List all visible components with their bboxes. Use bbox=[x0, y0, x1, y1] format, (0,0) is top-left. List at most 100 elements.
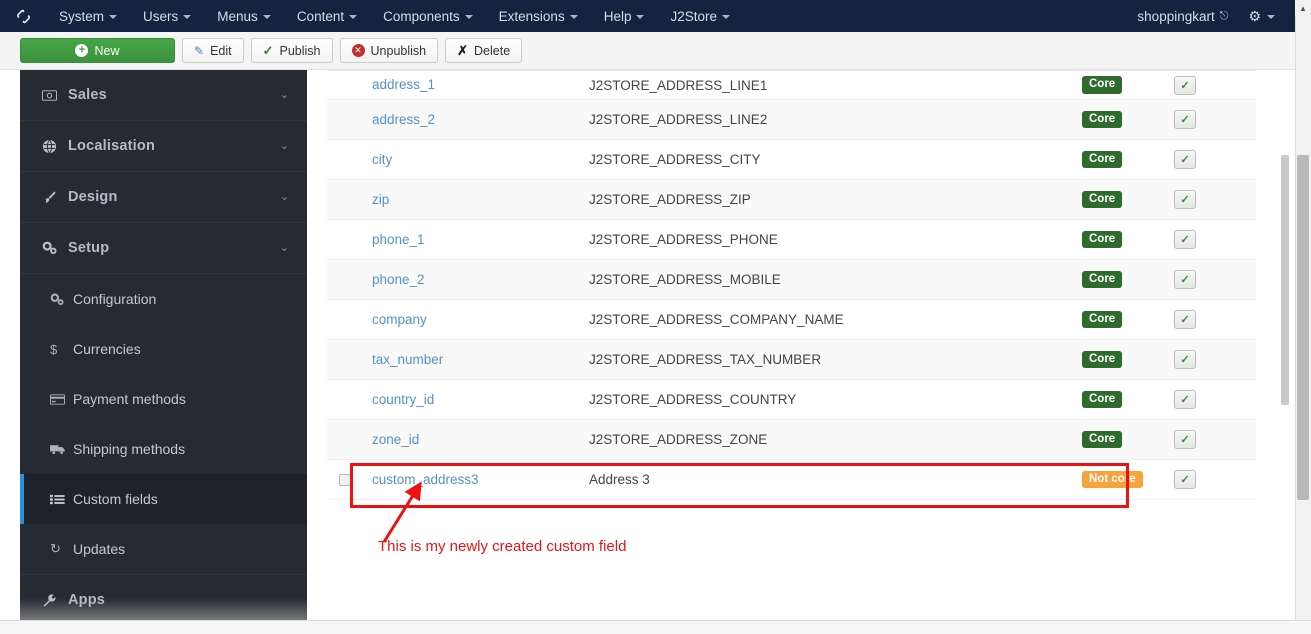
delete-button[interactable]: ✗ Delete bbox=[445, 38, 523, 63]
table-row[interactable]: custom_address3 Address 3 Not core ✓ bbox=[327, 460, 1256, 500]
core-cell: Core bbox=[1082, 230, 1174, 249]
nav-item-label: Extensions bbox=[498, 8, 565, 24]
field-name-link[interactable]: company bbox=[372, 312, 427, 327]
chevron-down-icon: ⌄ bbox=[279, 139, 289, 152]
field-label-cell: Address 3 bbox=[589, 472, 650, 487]
sidebar-item-currencies[interactable]: $ Currencies bbox=[20, 324, 307, 374]
publish-button[interactable]: ✓ Publish bbox=[250, 38, 333, 63]
edit-button[interactable]: ✎ Edit bbox=[182, 38, 244, 63]
publish-toggle[interactable]: ✓ bbox=[1174, 390, 1196, 409]
page-scrollbar-track[interactable]: ▲ bbox=[1295, 0, 1311, 620]
check-icon: ✓ bbox=[262, 43, 274, 58]
main-nav: System Users Menus Content Components Ex… bbox=[46, 0, 743, 32]
publish-toggle[interactable]: ✓ bbox=[1174, 110, 1196, 129]
table-row[interactable]: company J2STORE_ADDRESS_COMPANY_NAME Cor… bbox=[327, 300, 1256, 340]
joomla-logo-icon[interactable] bbox=[0, 8, 46, 25]
nav-item-extensions[interactable]: Extensions bbox=[486, 0, 591, 32]
sidebar-group-label: Apps bbox=[68, 592, 106, 608]
nav-item-label: Help bbox=[603, 8, 632, 24]
horizontal-scrollbar[interactable] bbox=[0, 620, 1311, 634]
field-name-link[interactable]: city bbox=[372, 152, 392, 167]
publish-toggle[interactable]: ✓ bbox=[1174, 470, 1196, 489]
publish-toggle[interactable]: ✓ bbox=[1174, 430, 1196, 449]
admin-bar-right: shoppingkart ⎋ ⚙ bbox=[1127, 0, 1295, 32]
sidebar-group-sales[interactable]: Sales ⌄ bbox=[20, 70, 307, 121]
field-label-cell: J2STORE_ADDRESS_ZIP bbox=[589, 192, 751, 207]
field-name-link[interactable]: country_id bbox=[372, 392, 434, 407]
table-row[interactable]: address_1 J2STORE_ADDRESS_LINE1 Core ✓ bbox=[327, 70, 1256, 100]
page-scrollbar-thumb[interactable] bbox=[1297, 155, 1309, 500]
table-row[interactable]: address_2 J2STORE_ADDRESS_LINE2 Core ✓ bbox=[327, 100, 1256, 140]
status-badge: Core bbox=[1082, 110, 1123, 129]
field-name-cell: phone_1 bbox=[372, 231, 589, 249]
field-name-cell: zone_id bbox=[372, 431, 589, 449]
sidebar-item-configuration[interactable]: Configuration bbox=[20, 274, 307, 324]
sidebar-item-payment-methods[interactable]: Payment methods bbox=[20, 374, 307, 424]
sidebar-item-custom-fields[interactable]: Custom fields bbox=[20, 474, 307, 524]
sidebar-group-localisation[interactable]: Localisation ⌄ bbox=[20, 121, 307, 172]
field-name-cell: address_1 bbox=[372, 76, 589, 94]
field-label-cell: J2STORE_ADDRESS_COMPANY_NAME bbox=[589, 312, 844, 327]
nav-item-j2store[interactable]: J2Store bbox=[657, 0, 743, 32]
published-cell: ✓ bbox=[1174, 350, 1256, 369]
field-name-link[interactable]: address_1 bbox=[372, 77, 435, 92]
x-icon: ✗ bbox=[457, 43, 469, 58]
published-cell: ✓ bbox=[1174, 110, 1256, 129]
chevron-down-icon bbox=[262, 15, 271, 19]
chevron-down-icon bbox=[1267, 15, 1275, 19]
nav-item-label: Menus bbox=[217, 8, 258, 24]
table-row[interactable]: zip J2STORE_ADDRESS_ZIP Core ✓ bbox=[327, 180, 1256, 220]
chevron-down-icon bbox=[183, 15, 192, 19]
cogs-icon bbox=[50, 293, 73, 306]
field-name-link[interactable]: custom_address3 bbox=[372, 472, 479, 487]
publish-toggle[interactable]: ✓ bbox=[1174, 350, 1196, 369]
published-cell: ✓ bbox=[1174, 470, 1256, 489]
row-checkbox[interactable] bbox=[339, 473, 351, 486]
field-name-link[interactable]: zone_id bbox=[372, 432, 419, 447]
table-row[interactable]: country_id J2STORE_ADDRESS_COUNTRY Core … bbox=[327, 380, 1256, 420]
field-name-link[interactable]: tax_number bbox=[372, 352, 443, 367]
sidebar-group-setup[interactable]: Setup ⌄ bbox=[20, 223, 307, 274]
publish-toggle[interactable]: ✓ bbox=[1174, 75, 1196, 95]
nav-item-help[interactable]: Help bbox=[591, 0, 658, 32]
sidebar-item-shipping-methods[interactable]: Shipping methods bbox=[20, 424, 307, 474]
table-row[interactable]: phone_1 J2STORE_ADDRESS_PHONE Core ✓ bbox=[327, 220, 1256, 260]
core-cell: Core bbox=[1082, 110, 1174, 129]
publish-toggle[interactable]: ✓ bbox=[1174, 270, 1196, 289]
nav-item-content[interactable]: Content bbox=[284, 0, 370, 32]
content-scrollbar-thumb[interactable] bbox=[1281, 155, 1289, 405]
field-name-link[interactable]: address_2 bbox=[372, 112, 435, 127]
field-name-link[interactable]: phone_2 bbox=[372, 272, 425, 287]
sidebar-item-updates[interactable]: ↻ Updates bbox=[20, 524, 307, 574]
nav-item-components[interactable]: Components bbox=[370, 0, 486, 32]
scroll-up-arrow-icon[interactable]: ▲ bbox=[1295, 0, 1311, 16]
user-settings-menu[interactable]: ⚙ bbox=[1238, 8, 1289, 25]
publish-toggle[interactable]: ✓ bbox=[1174, 230, 1196, 249]
nav-item-users[interactable]: Users bbox=[130, 0, 204, 32]
core-cell: Core bbox=[1082, 150, 1174, 169]
status-badge: Core bbox=[1082, 190, 1123, 209]
screen: System Users Menus Content Components Ex… bbox=[0, 0, 1311, 634]
field-label-cell: J2STORE_ADDRESS_TAX_NUMBER bbox=[589, 352, 822, 367]
table-row[interactable]: zone_id J2STORE_ADDRESS_ZONE Core ✓ bbox=[327, 420, 1256, 460]
status-badge: Core bbox=[1082, 150, 1123, 169]
sidebar-group-apps[interactable]: Apps bbox=[20, 574, 307, 625]
publish-toggle[interactable]: ✓ bbox=[1174, 310, 1196, 329]
publish-toggle[interactable]: ✓ bbox=[1174, 190, 1196, 209]
table-row[interactable]: phone_2 J2STORE_ADDRESS_MOBILE Core ✓ bbox=[327, 260, 1256, 300]
field-name-link[interactable]: zip bbox=[372, 192, 389, 207]
table-row[interactable]: tax_number J2STORE_ADDRESS_TAX_NUMBER Co… bbox=[327, 340, 1256, 380]
new-button[interactable]: + New bbox=[20, 38, 175, 63]
publish-toggle[interactable]: ✓ bbox=[1174, 150, 1196, 169]
field-name-link[interactable]: phone_1 bbox=[372, 232, 425, 247]
unpublish-button[interactable]: ✕ Unpublish bbox=[339, 38, 439, 63]
table-row[interactable]: city J2STORE_ADDRESS_CITY Core ✓ bbox=[327, 140, 1256, 180]
nav-item-system[interactable]: System bbox=[46, 0, 130, 32]
field-name-cell: custom_address3 bbox=[372, 471, 589, 489]
nav-item-menus[interactable]: Menus bbox=[204, 0, 284, 32]
sidebar-group-design[interactable]: Design ⌄ bbox=[20, 172, 307, 223]
published-cell: ✓ bbox=[1174, 75, 1256, 95]
core-cell: Core bbox=[1082, 430, 1174, 449]
site-name-link[interactable]: shoppingkart ⎋ bbox=[1127, 9, 1238, 24]
status-badge: Core bbox=[1082, 390, 1123, 409]
